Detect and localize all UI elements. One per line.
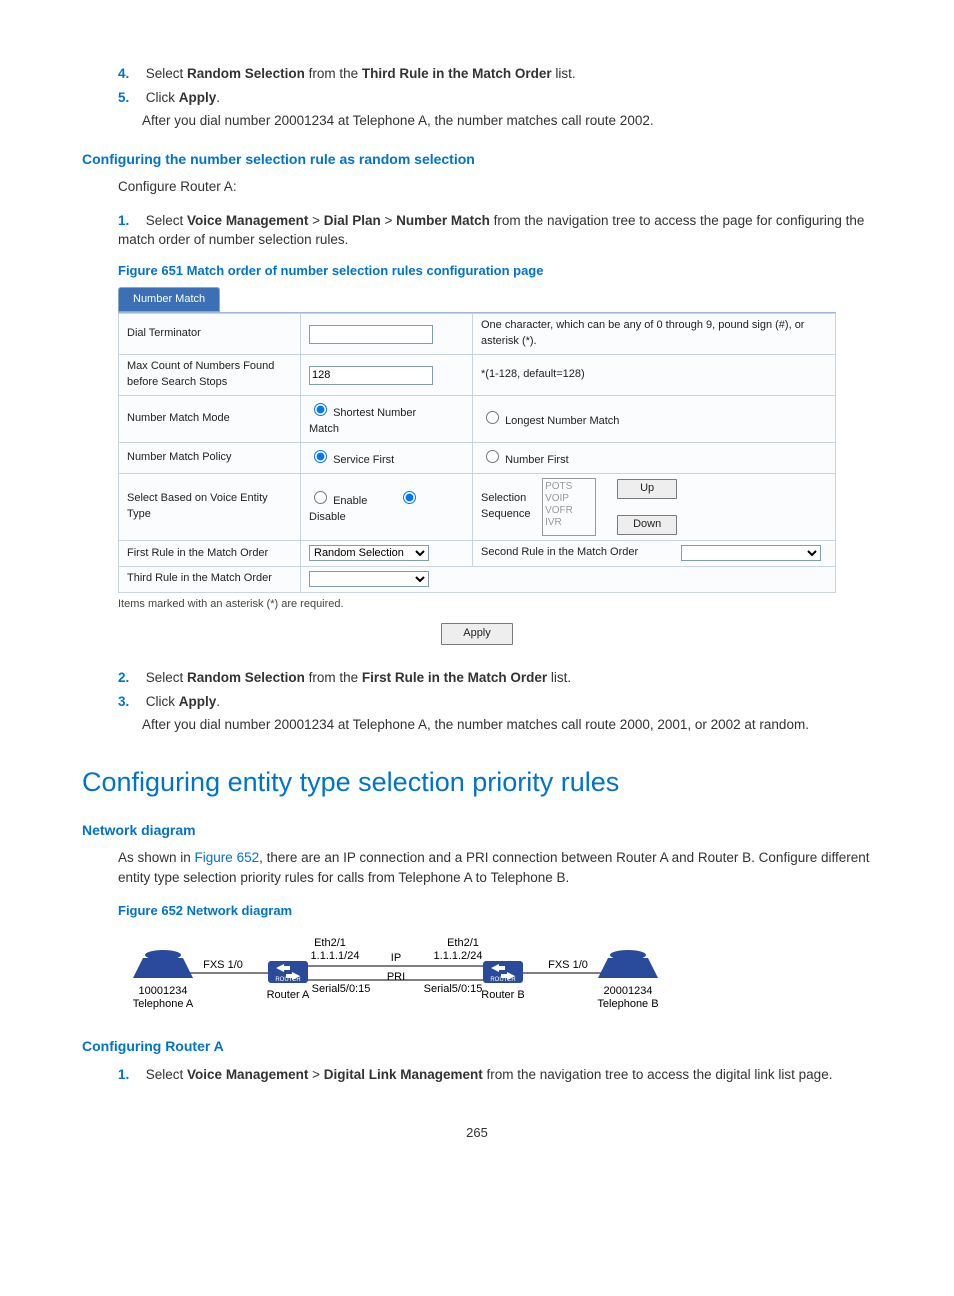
step-text: Click Apply. bbox=[146, 694, 220, 709]
label-tel-b-num: 20001234 bbox=[604, 985, 653, 997]
label-ip-left: 1.1.1.1/24 bbox=[311, 950, 360, 962]
figure-652: ROUTER ROUTER FXS 1/0 FXS 1/0 Eth2/1 Eth… bbox=[118, 928, 836, 1018]
label-ip: IP bbox=[391, 952, 401, 964]
cfg-ra-step-1: 1. Select Voice Management > Digital Lin… bbox=[118, 1065, 872, 1085]
page-number: 265 bbox=[82, 1124, 872, 1143]
router-b-icon: ROUTER bbox=[483, 961, 523, 983]
label-match-mode: Number Match Mode bbox=[119, 396, 301, 443]
label-dial-terminator: Dial Terminator bbox=[119, 314, 301, 355]
input-dial-terminator[interactable] bbox=[309, 325, 433, 344]
step-2: 2. Select Random Selection from the Firs… bbox=[118, 668, 872, 688]
radio-disable[interactable] bbox=[403, 491, 416, 504]
label-eth-right: Eth2/1 bbox=[447, 937, 479, 949]
hint-max-count: *(1-128, default=128) bbox=[473, 355, 836, 396]
heading-configuring-router-a: Configuring Router A bbox=[82, 1036, 872, 1056]
radio-longest[interactable] bbox=[486, 411, 499, 424]
heading-entity-rules: Configuring entity type selection priori… bbox=[82, 763, 872, 802]
select-third-rule[interactable] bbox=[309, 571, 429, 587]
step-number: 1. bbox=[118, 211, 142, 231]
xref-figure-652[interactable]: Figure 652 bbox=[195, 850, 260, 865]
step-number: 3. bbox=[118, 692, 142, 712]
step-text: Click Apply. bbox=[146, 90, 220, 105]
listbox-selection-sequence[interactable]: POTS VOIP VOFR IVR bbox=[542, 478, 596, 536]
post-result: After you dial number 20001234 at Teleph… bbox=[142, 715, 872, 735]
label-second-rule: Second Rule in the Match Order bbox=[481, 546, 638, 558]
figure-651-caption: Figure 651 Match order of number selecti… bbox=[118, 262, 872, 281]
step-5: 5. Click Apply. bbox=[118, 88, 872, 108]
label-serial-left: Serial5/0:15 bbox=[312, 983, 371, 995]
label-fxs-left: FXS 1/0 bbox=[203, 959, 243, 971]
radio-enable[interactable] bbox=[314, 491, 327, 504]
heading-network-diagram: Network diagram bbox=[82, 820, 872, 840]
button-up[interactable]: Up bbox=[617, 479, 677, 499]
step-text: Select Random Selection from the Third R… bbox=[146, 66, 576, 81]
label-pri: PRI bbox=[387, 971, 405, 983]
required-footnote: Items marked with an asterisk (*) are re… bbox=[118, 597, 836, 613]
step-text: Select Voice Management > Digital Link M… bbox=[146, 1067, 833, 1082]
label-first-rule: First Rule in the Match Order bbox=[119, 541, 301, 567]
figure-652-caption: Figure 652 Network diagram bbox=[118, 902, 872, 921]
hint-dial-terminator: One character, which can be any of 0 thr… bbox=[473, 314, 836, 355]
label-ip-right: 1.1.1.2/24 bbox=[434, 950, 483, 962]
figure-651: Number Match Dial Terminator One charact… bbox=[118, 287, 836, 645]
radio-service-first[interactable] bbox=[314, 450, 327, 463]
label-tel-a: Telephone A bbox=[133, 998, 194, 1010]
step-number: 4. bbox=[118, 64, 142, 84]
radio-number-first[interactable] bbox=[486, 450, 499, 463]
label-voice-entity-type: Select Based on Voice Entity Type bbox=[119, 474, 301, 541]
button-down[interactable]: Down bbox=[617, 515, 677, 535]
select-first-rule[interactable]: Random Selection bbox=[309, 545, 429, 561]
input-max-count[interactable] bbox=[309, 366, 433, 385]
button-apply[interactable]: Apply bbox=[441, 623, 513, 645]
step-4: 4. Select Random Selection from the Thir… bbox=[118, 64, 872, 84]
step-text: Select Voice Management > Dial Plan > Nu… bbox=[118, 213, 864, 248]
network-diagram-para: As shown in Figure 652, there are an IP … bbox=[118, 848, 872, 887]
label-third-rule: Third Rule in the Match Order bbox=[119, 566, 301, 592]
heading-random-selection: Configuring the number selection rule as… bbox=[82, 149, 872, 169]
config-table: Dial Terminator One character, which can… bbox=[118, 313, 836, 592]
step-number: 1. bbox=[118, 1065, 142, 1085]
step-number: 5. bbox=[118, 88, 142, 108]
label-selection-sequence: Selection Sequence bbox=[481, 491, 539, 523]
radio-shortest[interactable] bbox=[314, 403, 327, 416]
configure-router-a-label: Configure Router A: bbox=[118, 177, 872, 197]
label-eth-left: Eth2/1 bbox=[314, 937, 346, 949]
step-3: 3. Click Apply. bbox=[118, 692, 872, 712]
telephone-b-icon bbox=[598, 950, 658, 978]
label-router-b: Router B bbox=[481, 989, 524, 1001]
label-tel-a-num: 10001234 bbox=[139, 985, 188, 997]
label-fxs-right: FXS 1/0 bbox=[548, 959, 588, 971]
label-max-count: Max Count of Numbers Found before Search… bbox=[119, 355, 301, 396]
step-text: Select Random Selection from the First R… bbox=[146, 670, 571, 685]
telephone-a-icon bbox=[133, 950, 193, 978]
label-serial-right: Serial5/0:15 bbox=[424, 983, 483, 995]
intro-result: After you dial number 20001234 at Teleph… bbox=[142, 111, 872, 131]
tab-number-match[interactable]: Number Match bbox=[118, 287, 220, 313]
step-1: 1. Select Voice Management > Dial Plan >… bbox=[118, 211, 872, 250]
label-router-a: Router A bbox=[267, 989, 310, 1001]
label-tel-b: Telephone B bbox=[597, 998, 658, 1010]
select-second-rule[interactable] bbox=[681, 545, 821, 561]
step-number: 2. bbox=[118, 668, 142, 688]
router-a-icon: ROUTER bbox=[268, 961, 308, 983]
label-match-policy: Number Match Policy bbox=[119, 443, 301, 474]
